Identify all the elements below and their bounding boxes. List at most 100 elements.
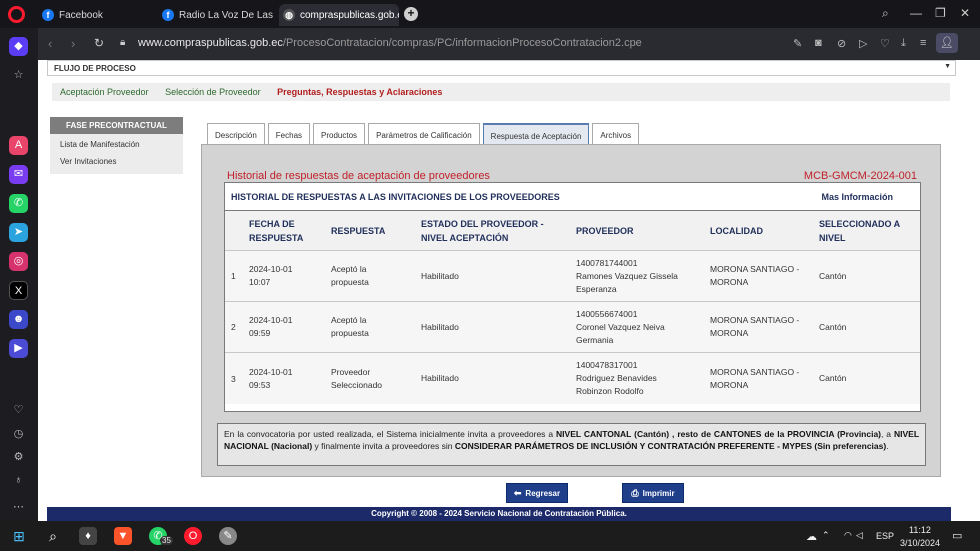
mas-informacion-link[interactable]: Mas Información [821,192,914,202]
cell-nivel: Cantón [819,321,847,332]
history-icon[interactable]: ◷ [9,425,28,444]
tab-respuesta-aceptacion[interactable]: Respuesta de Aceptación [482,123,590,145]
cloud-icon[interactable]: ☁ [806,530,817,543]
discord-icon[interactable]: ☻ [9,310,28,329]
tab-fechas[interactable]: Fechas [267,123,311,145]
aria-ai-icon[interactable]: A [9,136,28,155]
tab-descripcion[interactable]: Descripción [207,123,265,145]
player-icon[interactable]: ▶ [9,339,28,358]
telegram-icon[interactable]: ➤ [9,223,28,242]
tab-panel: Historial de respuestas de aceptación de… [201,144,941,477]
tab-parametros[interactable]: Parámetros de Calificación [368,123,480,145]
adblock-icon[interactable]: ⊘ [837,37,846,50]
cell-estado: Habilitado [421,373,459,383]
fase-title: FASE PRECONTRACTUAL [50,117,183,134]
cell-nivel: Cantón [819,373,847,383]
reload-icon[interactable]: ↻ [94,36,104,50]
messenger-icon[interactable]: ✉ [9,165,28,184]
tray-chevron-icon[interactable]: ⌃ [822,530,830,541]
whatsapp-icon[interactable]: ✆ [9,194,28,213]
menu-icon[interactable]: ≡ [920,37,926,49]
tab-productos[interactable]: Productos [313,123,366,145]
printer-icon: ⎙ [631,487,639,498]
cell-localidad: MORONA SANTIAGO - MORONA [710,366,800,390]
fase-panel: FASE PRECONTRACTUAL Lista de Manifestaci… [50,117,183,174]
instagram-icon[interactable]: ◎ [9,252,28,271]
tab-compraspublicas[interactable]: ◍ compraspublicas.gob.ec/P ✕ [279,4,399,26]
flujo-label: FLUJO DE PROCESO [54,64,136,73]
crumb-seleccion[interactable]: Selección de Proveedor [165,87,261,97]
table-row: 2 2024-10-01 09:59 Aceptó la propuesta Hab… [225,302,920,353]
table-header-bar: HISTORIAL DE RESPUESTAS A LAS INVITACION… [225,183,920,211]
tab-radio[interactable]: f Radio La Voz De Las Casc [158,4,276,26]
windows-taskbar: ⊞ ⌕ ♦ ▼ ✆ 35 O ✎ ☁ ⌃ ◠ ◁ ESP 11:12 3/10/… [0,521,980,551]
tab-label: Facebook [59,9,103,21]
flujo-proceso-select[interactable]: FLUJO DE PROCESO ▼ [47,60,956,76]
clock-date[interactable]: 3/10/2024 [900,538,940,548]
wifi-icon[interactable]: ◠ [844,530,852,541]
notifications-icon[interactable]: ▭ [952,529,962,542]
back-arrow-icon: ⬅ [513,487,522,498]
x-icon[interactable]: X [9,281,28,300]
col-estado: ESTADO DEL PROVEEDOR - NIVEL ACEPTACIÓN [421,218,544,243]
tips-icon[interactable]: ♁ [9,471,28,490]
regresar-button[interactable]: ⬅ Regresar [506,483,568,503]
url-field[interactable]: www.compraspublicas.gob.ec/ProcesoContra… [138,37,642,49]
browser-titlebar: f Facebook f Radio La Voz De Las Casc ◍ … [0,0,980,28]
tab-facebook[interactable]: f Facebook [38,4,156,26]
language-indicator[interactable]: ESP [876,531,894,541]
breadcrumb: Aceptación Proveedor Selección de Provee… [52,83,950,101]
cell-proveedor: 1400478317001 Rodriguez Benavides Robinzon… [576,360,657,396]
copilot-icon[interactable]: ♦ [79,527,97,545]
cell-estado: Habilitado [421,270,459,281]
brave-icon[interactable]: ▼ [114,527,132,545]
aria-icon[interactable]: ◆ [9,37,28,56]
heart-icon[interactable]: ♡ [880,37,890,50]
more-icon[interactable]: ⋯ [9,498,28,517]
copyright-footer: Copyright © 2008 - 2024 Servicio Naciona… [47,507,951,521]
address-bar: ‹ › ↻ 🔒︎ www.compraspublicas.gob.ec/Proc… [38,28,980,60]
globe-icon: ◍ [283,9,295,21]
restore-icon[interactable]: ❐ [935,6,946,20]
cell-respuesta: Aceptó la propuesta [331,264,369,287]
minimize-icon[interactable]: — [910,6,922,20]
crumb-preguntas[interactable]: Preguntas, Respuestas y Aclaraciones [277,87,442,97]
home-icon[interactable]: ☆ [9,66,28,85]
opera-taskbar-icon[interactable]: O [184,527,202,545]
search-icon[interactable]: ⌕ [44,527,62,545]
volume-icon[interactable]: ◁ [856,530,863,541]
responses-table: HISTORIAL DE RESPUESTAS A LAS INVITACION… [224,182,921,412]
clock-time[interactable]: 11:12 [909,525,931,535]
back-icon[interactable]: ‹ [48,36,52,51]
window-close-icon[interactable]: ✕ [960,6,970,20]
historial-title: Historial de respuestas de aceptación de… [227,170,490,182]
invitation-notice: En la convocatoria por usted realizada, … [217,423,926,466]
web-page: FLUJO DE PROCESO ▼ Aceptación Proveedor … [38,60,980,521]
facebook-icon: f [42,9,54,21]
search-tabs-icon[interactable]: ⌕ [882,6,889,21]
crumb-aceptacion[interactable]: Aceptación Proveedor [60,87,149,97]
column-headers: FECHA DE RESPUESTA RESPUESTA ESTADO DEL P… [225,211,920,251]
favorites-icon[interactable]: ♡ [9,401,28,420]
opera-menu-icon[interactable] [8,6,25,23]
edit-icon[interactable]: ✎ [793,37,802,50]
windows-start-icon[interactable]: ⊞ [10,527,28,545]
camera-icon[interactable]: ◙ [815,37,822,49]
process-tabs: Descripción Fechas Productos Parámetros … [207,123,642,145]
ver-invitaciones-link[interactable]: Ver Invitaciones [50,151,183,168]
lista-manifestacion-link[interactable]: Lista de Manifestación [50,134,183,151]
paint-icon[interactable]: ✎ [219,527,237,545]
tab-archivos[interactable]: Archivos [592,123,640,145]
settings-icon[interactable]: ⚙ [9,448,28,467]
forward-icon[interactable]: › [71,36,75,51]
facebook-icon: f [162,9,174,21]
col-respuesta: RESPUESTA [331,225,386,236]
download-icon[interactable]: ⤓ [901,37,906,50]
row-index: 3 [231,373,236,384]
cell-fecha: 2024-10-01 09:53 [249,366,293,390]
profile-icon[interactable]: 👤︎ [936,33,958,53]
vpn-icon[interactable]: ▷ [859,37,867,50]
new-tab-button[interactable]: + [404,7,418,21]
row-index: 1 [231,271,236,281]
imprimir-button[interactable]: ⎙ Imprimir [622,483,684,503]
